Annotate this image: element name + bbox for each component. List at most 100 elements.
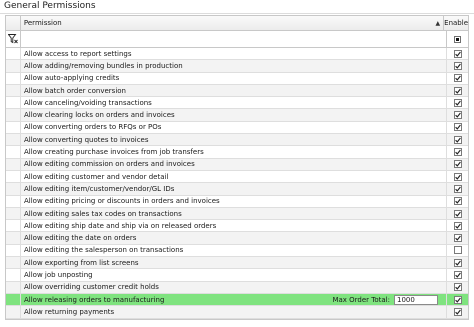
column-header-permission[interactable]: Permission ▲ — [21, 16, 445, 30]
row-selector[interactable] — [6, 207, 21, 220]
permission-filter-input[interactable] — [21, 31, 447, 47]
table-row[interactable]: Allow batch order conversion — [6, 84, 468, 98]
max-order-total-input[interactable]: 1000 — [394, 294, 438, 305]
permission-label: Allow creating purchase invoices from jo… — [24, 148, 204, 157]
table-row[interactable]: Allow editing the salesperson on transac… — [6, 244, 468, 258]
row-selector[interactable] — [6, 257, 21, 269]
enable-checkbox[interactable] — [453, 61, 462, 70]
enable-filter[interactable] — [447, 31, 468, 47]
permission-cell: Allow batch order conversion — [21, 84, 447, 97]
row-selector[interactable] — [6, 244, 21, 257]
checkmark-icon — [454, 186, 461, 192]
table-row[interactable]: Allow editing customer and vendor detail — [6, 170, 468, 184]
row-selector[interactable] — [6, 158, 21, 170]
enable-checkbox[interactable] — [453, 258, 462, 267]
enable-checkbox[interactable] — [453, 184, 462, 193]
enable-cell — [447, 85, 468, 96]
row-selector[interactable] — [6, 306, 21, 318]
table-row[interactable]: Allow editing ship date and ship via on … — [6, 220, 468, 233]
table-row[interactable]: Allow returning payments — [6, 306, 468, 319]
table-row[interactable]: Allow clearing locks on orders and invoi… — [6, 109, 468, 122]
table-row[interactable]: Allow job unposting — [6, 269, 468, 282]
permission-label: Allow adding/removing bundles in product… — [24, 61, 183, 70]
column-header-enable[interactable]: Enable — [444, 16, 468, 30]
filter-clear-icon — [7, 34, 18, 44]
row-selector[interactable] — [6, 48, 21, 60]
enable-cell — [447, 257, 468, 268]
permission-label: Allow releasing orders to manufacturing — [24, 295, 165, 304]
row-selector[interactable] — [6, 97, 21, 109]
row-selector[interactable] — [6, 146, 21, 158]
permission-label: Allow auto-applying credits — [24, 74, 120, 83]
enable-checkbox[interactable] — [453, 111, 462, 120]
enable-checkbox[interactable] — [453, 160, 462, 169]
grid-body: Allow access to report settings Allow add… — [6, 48, 468, 319]
permission-cell: Allow editing item/customer/vendor/GL ID… — [21, 183, 447, 195]
table-row[interactable]: Allow converting orders to RFQs or POs — [6, 121, 468, 135]
row-selector[interactable] — [6, 121, 21, 134]
enable-checkbox[interactable] — [453, 74, 462, 83]
enable-checkbox[interactable] — [453, 49, 462, 58]
row-selector[interactable] — [6, 170, 21, 183]
checkmark-icon — [454, 309, 461, 315]
enable-checkbox[interactable] — [453, 295, 462, 304]
permission-label: Allow editing ship date and ship via on … — [24, 221, 217, 230]
filter-clear-button[interactable] — [6, 31, 21, 47]
row-selector[interactable] — [6, 134, 21, 146]
table-row[interactable]: Allow converting quotes to invoices — [6, 134, 468, 147]
table-row[interactable]: Allow editing the date on orders — [6, 232, 468, 245]
enable-cell — [447, 159, 468, 170]
table-row[interactable]: Allow releasing orders to manufacturing M… — [6, 293, 468, 307]
permission-cell: Allow access to report settings — [21, 48, 447, 60]
enable-cell — [447, 48, 468, 59]
table-row[interactable]: Allow exporting from list screens — [6, 257, 468, 270]
row-selector[interactable] — [6, 220, 21, 232]
row-selector[interactable] — [6, 281, 21, 293]
enable-cell — [447, 73, 468, 84]
enable-checkbox[interactable] — [453, 86, 462, 95]
permission-label: Allow editing sales tax codes on transac… — [24, 209, 182, 218]
table-row[interactable]: Allow auto-applying credits — [6, 72, 468, 85]
row-selector[interactable] — [6, 109, 21, 121]
enable-checkbox[interactable] — [453, 172, 462, 181]
row-selector[interactable] — [6, 84, 21, 97]
row-selector[interactable] — [6, 232, 21, 244]
table-row[interactable]: Allow access to report settings — [6, 48, 468, 61]
table-row[interactable]: Allow editing sales tax codes on transac… — [6, 207, 468, 221]
table-row[interactable]: Allow overriding customer credit holds — [6, 281, 468, 294]
permission-cell: Allow editing customer and vendor detail — [21, 170, 447, 183]
enable-checkbox[interactable] — [453, 148, 462, 157]
enable-checkbox[interactable] — [453, 135, 462, 144]
enable-checkbox[interactable] — [453, 307, 462, 316]
permission-label: Allow clearing locks on orders and invoi… — [24, 111, 175, 120]
enable-checkbox[interactable] — [453, 98, 462, 107]
row-selector[interactable] — [6, 183, 21, 195]
checkmark-icon — [454, 125, 461, 131]
table-row[interactable]: Allow editing item/customer/vendor/GL ID… — [6, 183, 468, 196]
enable-filter-checkbox[interactable] — [454, 35, 461, 43]
enable-checkbox[interactable] — [453, 197, 462, 206]
enable-checkbox[interactable] — [453, 209, 462, 218]
enable-checkbox[interactable] — [453, 123, 462, 132]
enable-checkbox[interactable] — [453, 246, 462, 255]
table-row[interactable]: Allow creating purchase invoices from jo… — [6, 146, 468, 159]
row-selector[interactable] — [6, 293, 21, 306]
checkmark-icon — [454, 223, 461, 229]
enable-checkbox[interactable] — [453, 283, 462, 292]
sort-up-icon: ▲ — [435, 19, 441, 27]
enable-cell — [447, 232, 468, 243]
enable-checkbox[interactable] — [453, 270, 462, 279]
row-selector[interactable] — [6, 60, 21, 72]
permission-cell: Allow creating purchase invoices from jo… — [21, 146, 447, 158]
table-row[interactable]: Allow editing pricing or discounts in or… — [6, 195, 468, 208]
table-row[interactable]: Allow adding/removing bundles in product… — [6, 60, 468, 73]
row-selector[interactable] — [6, 269, 21, 281]
permission-cell: Allow converting quotes to invoices — [21, 134, 447, 146]
table-row[interactable]: Allow canceling/voiding transactions — [6, 97, 468, 110]
permission-label: Allow editing commission on orders and i… — [24, 160, 195, 169]
row-selector[interactable] — [6, 195, 21, 207]
row-selector[interactable] — [6, 72, 21, 84]
enable-checkbox[interactable] — [453, 234, 462, 243]
enable-checkbox[interactable] — [453, 221, 462, 230]
table-row[interactable]: Allow editing commission on orders and i… — [6, 158, 468, 171]
